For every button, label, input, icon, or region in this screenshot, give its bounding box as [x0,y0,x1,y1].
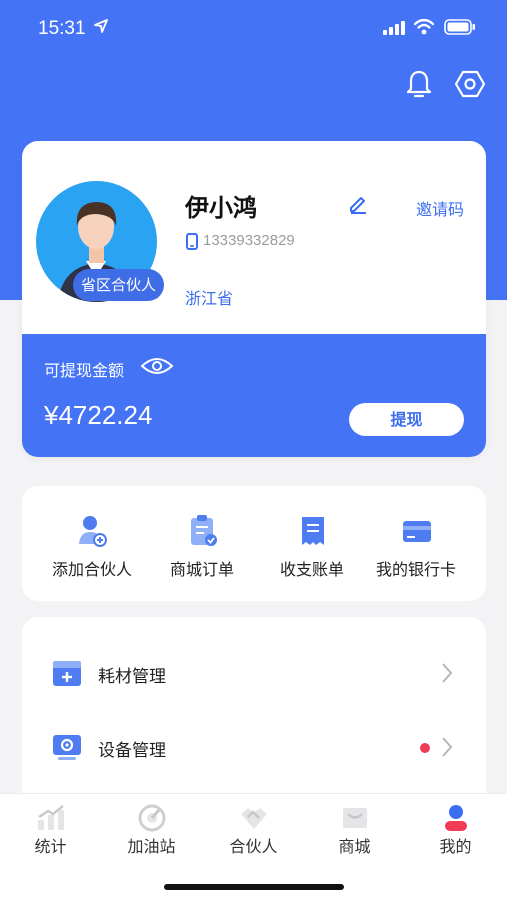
gauge-icon [138,804,166,832]
handshake-icon [241,808,267,829]
action-label: 我的银行卡 [375,560,456,579]
status-time: 15:31 [38,18,86,39]
cellular-signal-icon [383,21,405,35]
action-bank-card[interactable]: 我的银行卡 [358,486,474,601]
action-bills[interactable]: 收支账单 [254,486,370,601]
tab-partners[interactable]: 合伙人 [203,794,304,864]
action-label: 商城订单 [169,560,234,579]
tab-label: 商城 [338,837,371,856]
monitor-gear-icon [53,735,81,760]
tab-gas-station[interactable]: 加油站 [101,794,202,864]
action-label: 添加合伙人 [51,560,132,579]
management-menu: 耗材管理 设备管理 [22,617,486,817]
quick-actions: 添加合伙人 商城订单 收支账单 我的银行卡 [22,486,486,601]
action-add-partner[interactable]: 添加合伙人 [34,486,150,601]
chevron-right-icon [442,663,453,683]
tab-label: 统计 [34,837,67,856]
balance-panel: 可提现金额 ¥4722.24 提现 [22,334,486,457]
store-icon [343,808,367,828]
menu-item-devices[interactable]: 设备管理 [22,710,486,784]
location-arrow-icon [94,19,108,33]
tab-mine[interactable]: 我的 [405,794,506,864]
action-mall-orders[interactable]: 商城订单 [144,486,260,601]
wifi-icon [414,19,434,35]
profile-icon [445,805,467,831]
clipboard-order-icon [191,515,217,546]
action-label: 收支账单 [279,560,344,579]
add-partner-icon [79,516,107,547]
menu-item-supplies[interactable]: 耗材管理 [22,636,486,710]
phone-number: 13339332829 [203,232,295,249]
eye-visibility-icon[interactable] [140,356,174,376]
profile-card: 省区合伙人 伊小鸿 邀请码 13339332829 浙江省 可提现金额 ¥472… [22,141,486,457]
chevron-right-icon [442,737,453,757]
notification-bell-icon[interactable] [402,67,436,101]
supplies-box-icon [53,661,81,686]
receipt-icon [302,517,324,545]
tab-label: 我的 [439,837,472,856]
settings-hexagon-icon[interactable] [453,67,487,101]
menu-label: 耗材管理 [98,667,166,687]
chart-icon [38,805,64,830]
status-bar: 15:31 [0,0,507,60]
user-name: 伊小鸿 [185,194,257,222]
bank-card-icon [403,521,431,542]
edit-pencil-icon[interactable] [348,194,368,214]
withdraw-button[interactable]: 提现 [349,403,464,436]
battery-icon [444,19,475,35]
tab-label: 合伙人 [229,837,278,856]
role-badge: 省区合伙人 [73,269,164,301]
phone-icon [186,233,198,250]
notification-dot [420,743,430,753]
home-indicator [164,884,344,890]
balance-label: 可提现金额 [44,361,125,380]
invite-code-link[interactable]: 邀请码 [416,196,464,220]
balance-amount: ¥4722.24 [44,400,153,430]
province: 浙江省 [185,289,234,308]
tab-label: 加油站 [127,837,176,856]
menu-label: 设备管理 [98,741,166,761]
tab-statistics[interactable]: 统计 [0,794,101,864]
tab-store[interactable]: 商城 [304,794,405,864]
